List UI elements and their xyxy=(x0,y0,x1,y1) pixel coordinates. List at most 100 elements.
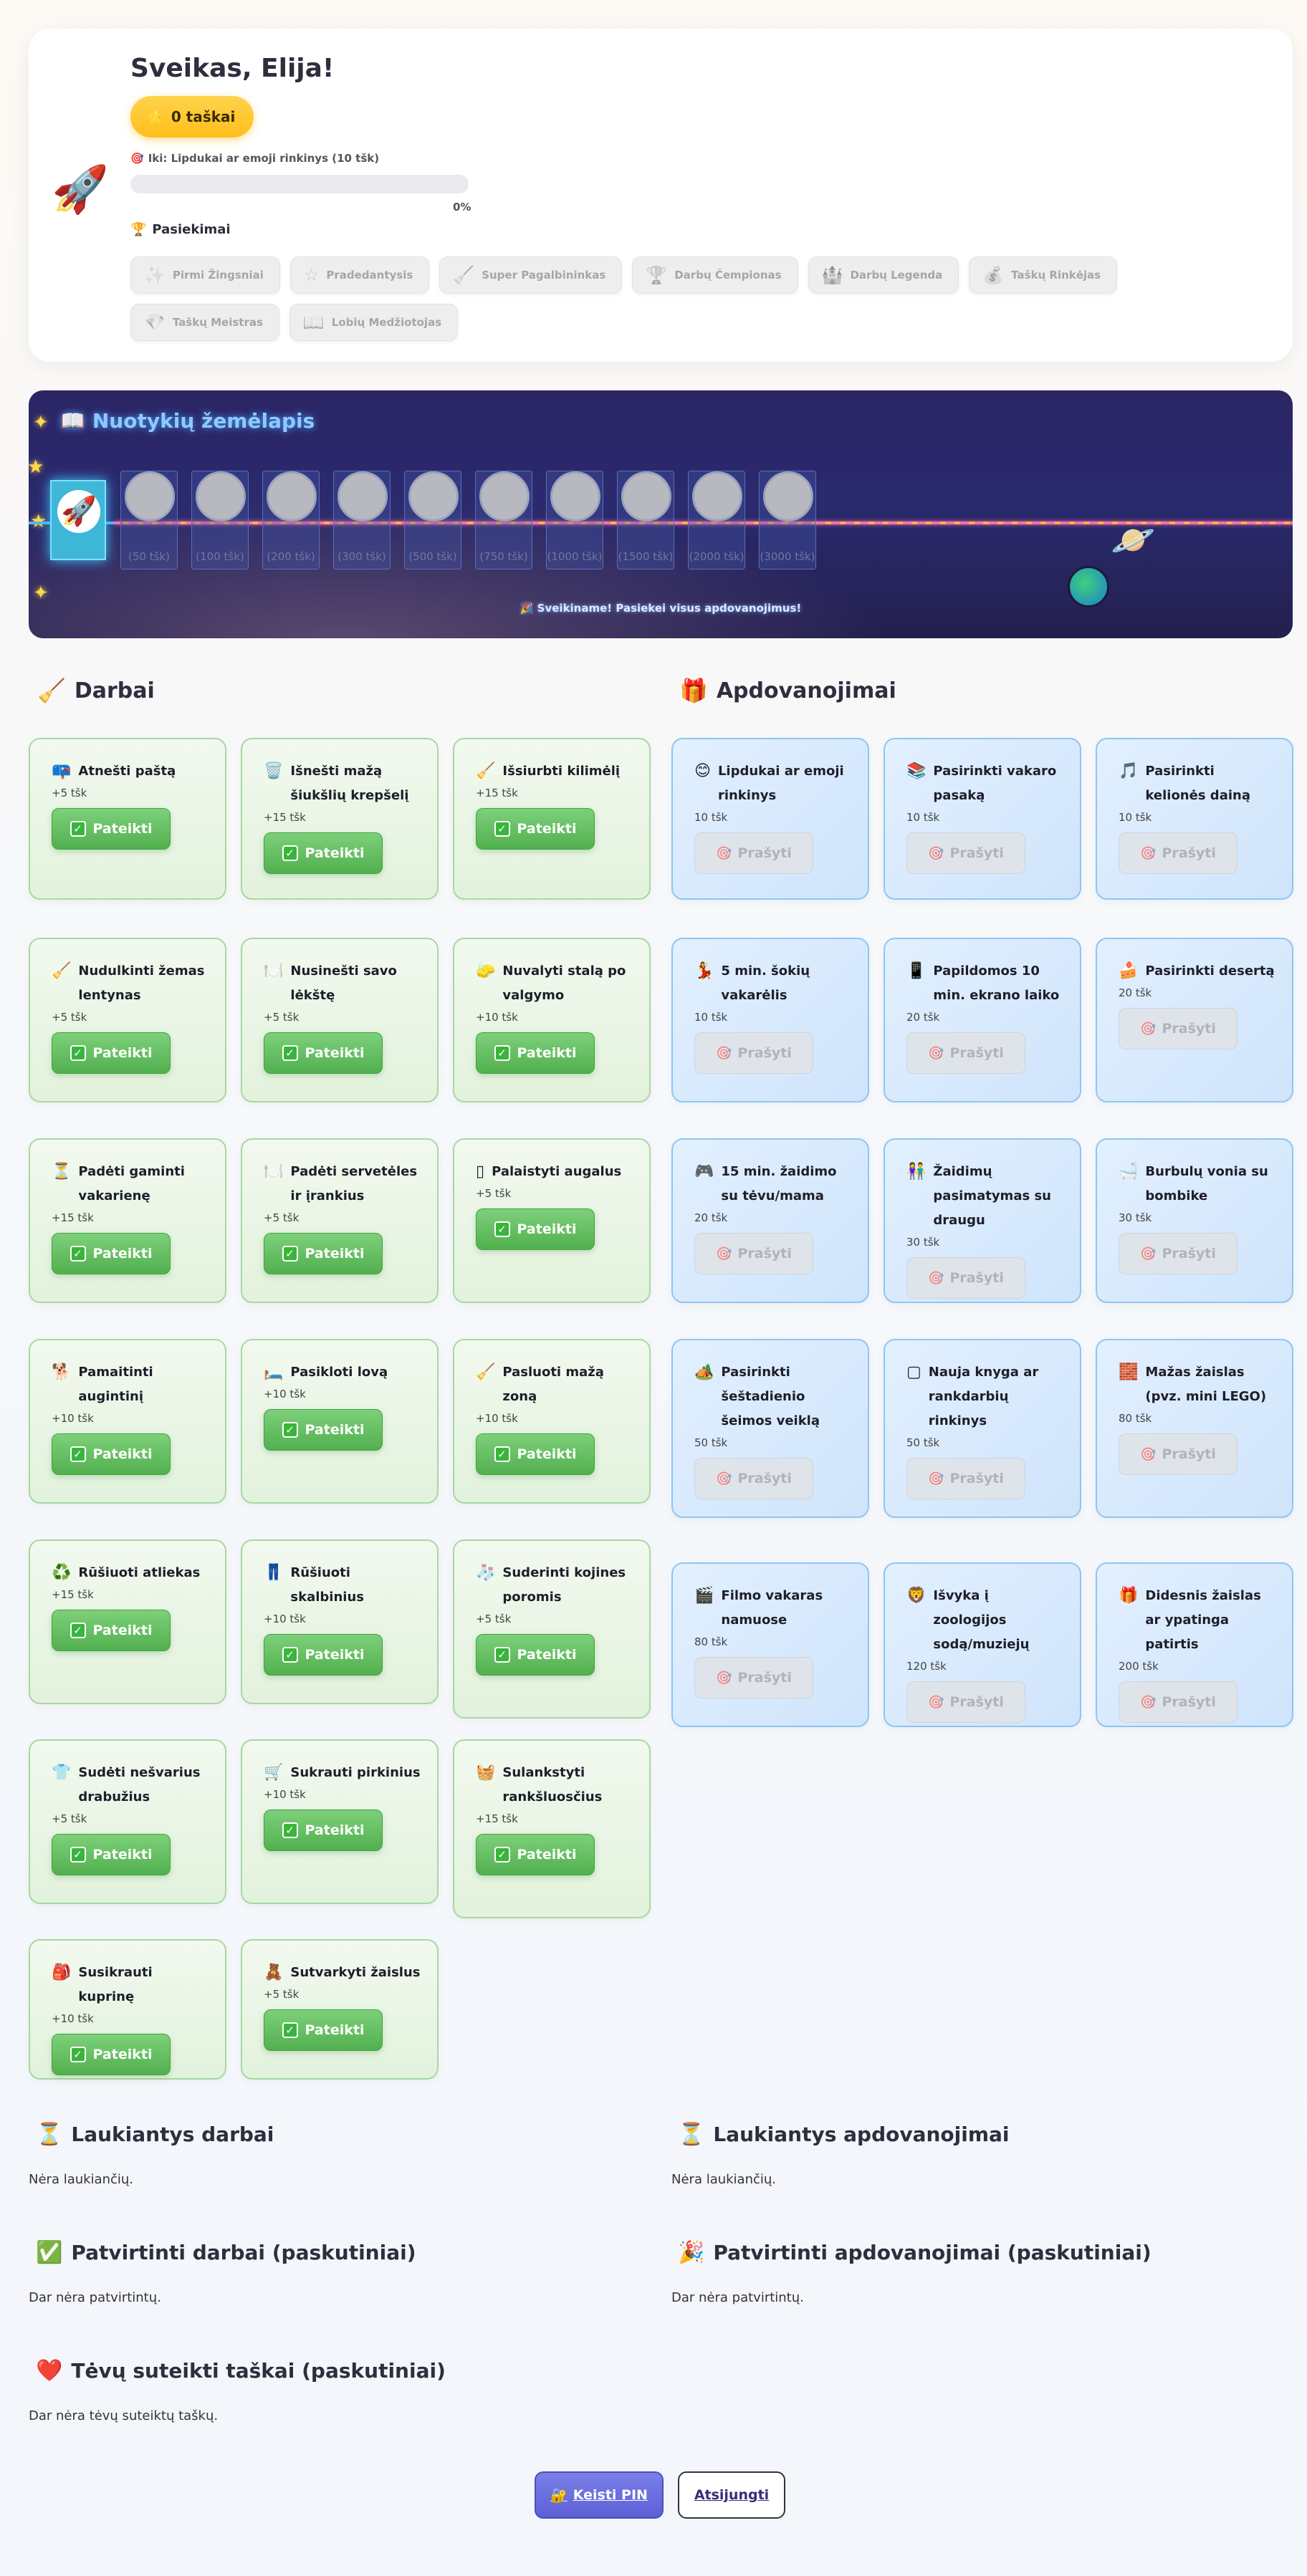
change-pin-button[interactable]: 🔐 Keisti PIN xyxy=(535,2471,664,2519)
request-label: Prašyti xyxy=(1162,845,1216,861)
reward-title: 🧱 Mažas žaislas (pvz. mini LEGO) xyxy=(1119,1360,1292,1409)
reward-title: ▢ Nauja knyga ar rankdarbių rinkinys xyxy=(906,1360,1080,1433)
achievement-icon: ✨ xyxy=(144,265,166,285)
reward-title: 🦁 Išvyka į zoologijos sodą/muziejų xyxy=(906,1584,1080,1657)
reward-points: 10 tšk xyxy=(1119,811,1152,824)
request-button[interactable]: 🎯 Prašyti xyxy=(1119,1433,1237,1475)
milestone-circle xyxy=(692,471,742,522)
chore-card: 🧺 Sulankstyti rankšluosčius +15 tšk ✓ Pateik… xyxy=(453,1739,651,1918)
chore-card: 🧹 Išsiurbti kilimėlį +15 tšk ✓ Pateikti xyxy=(453,738,651,900)
request-button[interactable]: 🎯 Prašyti xyxy=(694,1233,813,1274)
request-label: Prašyti xyxy=(949,845,1004,861)
submit-button[interactable]: ✓ Pateikti xyxy=(476,1208,595,1250)
submit-button[interactable]: ✓ Pateikti xyxy=(264,1810,383,1851)
request-button[interactable]: 🎯 Prašyti xyxy=(906,1257,1025,1299)
submit-button[interactable]: ✓ Pateikti xyxy=(52,1610,171,1651)
achievement-label: Super Pagalbininkas xyxy=(482,269,606,282)
approved-chores-heading: ✅ Patvirtinti darbai (paskutiniai) xyxy=(36,2240,416,2265)
reward-icon: 🧱 xyxy=(1119,1363,1139,1381)
chore-name: Nudulkinti žemas lentynas xyxy=(78,963,205,1003)
checkmark-icon: ✓ xyxy=(494,1647,510,1663)
dashboard: 🚀 Sveikas, Elija! ⭐ 0 taškai 🎯 Iki: Lipd… xyxy=(29,29,1293,2423)
request-button[interactable]: 🎯 Prašyti xyxy=(906,1681,1025,1723)
request-label: Prašyti xyxy=(737,1670,792,1686)
chore-title: 🧸 Sutvarkyti žaislus xyxy=(264,1961,437,1985)
confetti-icon: 🎉 xyxy=(678,2240,705,2265)
chore-title: ▯ Palaistyti augalus xyxy=(476,1160,649,1184)
submit-button[interactable]: ✓ Pateikti xyxy=(52,808,171,850)
request-button[interactable]: 🎯 Prašyti xyxy=(694,1032,813,1074)
submit-button[interactable]: ✓ Pateikti xyxy=(264,2009,383,2051)
map-title-text: Nuotykių žemėlapis xyxy=(92,409,315,433)
submit-button[interactable]: ✓ Pateikti xyxy=(264,1032,383,1074)
chore-icon: ♻️ xyxy=(52,1564,72,1582)
submit-button[interactable]: ✓ Pateikti xyxy=(264,832,383,874)
pending-chores-empty: Nėra laukiančių. xyxy=(29,2172,134,2187)
reward-points: 80 tšk xyxy=(1119,1412,1152,1425)
achievement-label: Darbų Čempionas xyxy=(674,269,782,282)
achievement-badge: 🏆 Darbų Čempionas xyxy=(632,256,798,294)
milestone-label: (750 tšk) xyxy=(479,550,528,563)
request-label: Prašyti xyxy=(1162,1694,1216,1710)
request-button[interactable]: 🎯 Prašyti xyxy=(1119,1008,1237,1049)
submit-button[interactable]: ✓ Pateikti xyxy=(476,1634,595,1676)
submit-button[interactable]: ✓ Pateikti xyxy=(52,1834,171,1875)
reward-card: 🍰 Pasirinkti desertą 20 tšk 🎯 Prašyti xyxy=(1096,938,1293,1102)
chore-card: 🧹 Pasluoti mažą zoną +10 tšk ✓ Pateikti xyxy=(453,1339,651,1504)
rewards-heading: 🎁 Apdovanojimai xyxy=(679,677,896,704)
submit-button[interactable]: ✓ Pateikti xyxy=(476,808,595,850)
submit-button[interactable]: ✓ Pateikti xyxy=(52,1233,171,1274)
submit-button[interactable]: ✓ Pateikti xyxy=(264,1409,383,1451)
request-label: Prašyti xyxy=(949,1045,1004,1061)
request-button[interactable]: 🎯 Prašyti xyxy=(906,1032,1025,1074)
target-icon: 🎯 xyxy=(130,152,144,165)
milestone-circle xyxy=(479,471,530,522)
reward-icon: ▢ xyxy=(906,1363,921,1381)
submit-button[interactable]: ✓ Pateikti xyxy=(52,1032,171,1074)
target-icon: 🎯 xyxy=(928,1471,944,1486)
submit-button[interactable]: ✓ Pateikti xyxy=(476,1433,595,1475)
reward-name: Nauja knyga ar rankdarbių rinkinys xyxy=(928,1365,1039,1428)
submit-button[interactable]: ✓ Pateikti xyxy=(264,1634,383,1676)
milestone-node: (3000 tšk) xyxy=(759,471,816,569)
request-button[interactable]: 🎯 Prašyti xyxy=(906,832,1025,874)
achievement-icon: 🏆 xyxy=(646,265,668,285)
chore-points: +5 tšk xyxy=(264,1211,300,1224)
request-button[interactable]: 🎯 Prašyti xyxy=(694,832,813,874)
chore-icon: 🗑️ xyxy=(264,762,284,780)
chore-name: Sukrauti pirkinius xyxy=(290,1765,421,1780)
submit-label: Pateikti xyxy=(305,1045,365,1061)
request-button[interactable]: 🎯 Prašyti xyxy=(1119,1681,1237,1723)
milestone-label: (100 tšk) xyxy=(196,550,244,563)
reward-points: 10 tšk xyxy=(906,811,940,824)
chore-card: 🛏️ Pasikloti lovą +10 tšk ✓ Pateikti xyxy=(241,1339,439,1504)
milestone-circle xyxy=(267,471,317,522)
submit-button[interactable]: ✓ Pateikti xyxy=(476,1834,595,1875)
achievement-icon: 📖 xyxy=(302,312,325,332)
achievement-label: Taškų Rinkėjas xyxy=(1011,269,1101,282)
submit-button[interactable]: ✓ Pateikti xyxy=(52,1433,171,1475)
request-button[interactable]: 🎯 Prašyti xyxy=(694,1458,813,1499)
request-button[interactable]: 🎯 Prašyti xyxy=(906,1458,1025,1499)
chore-points: +5 tšk xyxy=(264,1011,300,1024)
checkmark-icon: ✓ xyxy=(282,2022,298,2038)
milestone-node: (1000 tšk) xyxy=(546,471,603,569)
reward-points: 20 tšk xyxy=(694,1211,728,1224)
request-button[interactable]: 🎯 Prašyti xyxy=(1119,1233,1237,1274)
chore-name: Išsiurbti kilimėlį xyxy=(502,764,621,779)
reward-title: 📚 Pasirinkti vakaro pasaką xyxy=(906,759,1080,808)
submit-button[interactable]: ✓ Pateikti xyxy=(476,1032,595,1074)
chore-name: Atnešti paštą xyxy=(78,764,176,779)
request-button[interactable]: 🎯 Prašyti xyxy=(1119,832,1237,874)
chore-title: 🗑️ Išnešti mažą šiukšlių krepšelį xyxy=(264,759,437,808)
sparkle-icon: ★ xyxy=(29,456,44,478)
logout-button[interactable]: Atsijungti xyxy=(678,2471,785,2519)
submit-button[interactable]: ✓ Pateikti xyxy=(264,1233,383,1274)
submit-button[interactable]: ✓ Pateikti xyxy=(52,2034,171,2075)
achievement-badge: 💰 Taškų Rinkėjas xyxy=(969,256,1118,294)
submit-label: Pateikti xyxy=(305,2022,365,2038)
chore-title: 🧹 Pasluoti mažą zoną xyxy=(476,1360,649,1409)
reward-card: 🎬 Filmo vakaras namuose 80 tšk 🎯 Prašyti xyxy=(671,1562,869,1727)
reward-name: 5 min. šokių vakarėlis xyxy=(721,963,810,1003)
request-button[interactable]: 🎯 Prašyti xyxy=(694,1657,813,1698)
